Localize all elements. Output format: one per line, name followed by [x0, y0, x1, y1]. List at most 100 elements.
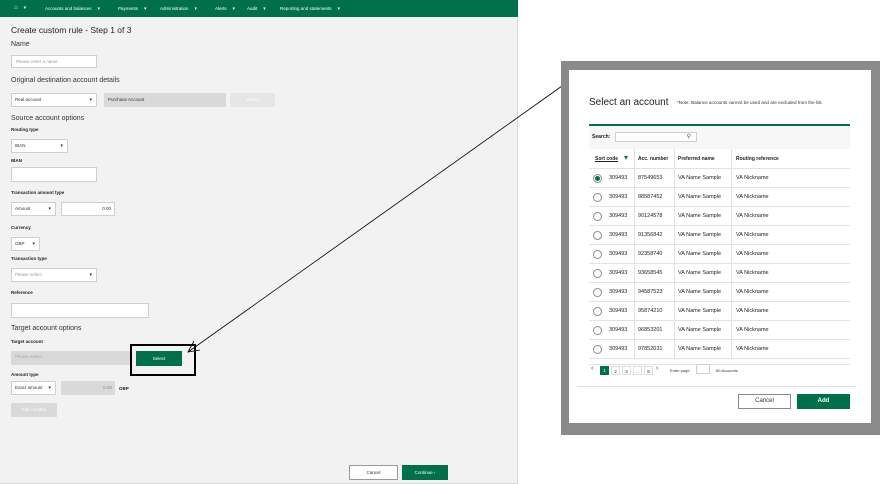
cell-sort-code: 309493 [609, 232, 628, 238]
cell-routing-reference: VA Nickname [736, 327, 769, 333]
col-preferred-name: Preferred name [678, 156, 715, 162]
divider [634, 340, 635, 359]
cell-preferred-name: VA Name Sample [678, 175, 722, 181]
search-icon: ⚲ [686, 134, 691, 140]
divider [731, 321, 732, 340]
divider [674, 264, 675, 283]
row-radio[interactable] [593, 326, 602, 335]
row-radio[interactable] [593, 269, 602, 278]
cell-routing-reference: VA Nickname [736, 308, 769, 314]
row-radio[interactable] [593, 250, 602, 259]
table-header: Sort code ▾ Acc. number Preferred name R… [589, 149, 850, 169]
chevron-down-icon[interactable]: ▾ [624, 153, 628, 162]
divider [731, 264, 732, 283]
account-count: 80 Accounts [716, 368, 738, 373]
row-radio[interactable] [593, 174, 602, 183]
cell-preferred-name: VA Name Sample [678, 194, 722, 200]
col-routing-reference: Routing reference [736, 156, 779, 162]
cell-acc-number: 97852031 [638, 346, 663, 352]
table-row[interactable]: 309493 96853201 VA Name Sample VA Nickname [589, 321, 850, 340]
divider [731, 245, 732, 264]
divider [634, 321, 635, 340]
cell-sort-code: 309493 [609, 194, 628, 200]
divider [634, 169, 635, 188]
row-radio[interactable] [593, 288, 602, 297]
row-radio[interactable] [593, 212, 602, 221]
divider [674, 340, 675, 359]
table-row[interactable]: 309493 93658545 VA Name Sample VA Nickname [589, 264, 850, 283]
cell-sort-code: 309493 [609, 251, 628, 257]
cell-routing-reference: VA Nickname [736, 175, 769, 181]
divider [731, 340, 732, 359]
table-row[interactable]: 309493 97852031 VA Name Sample VA Nickname [589, 340, 850, 359]
cell-sort-code: 309493 [609, 346, 628, 352]
divider [674, 226, 675, 245]
cell-preferred-name: VA Name Sample [678, 232, 722, 238]
page-button[interactable]: 2 [611, 366, 620, 375]
cell-preferred-name: VA Name Sample [678, 346, 722, 352]
divider [674, 188, 675, 207]
cell-routing-reference: VA Nickname [736, 289, 769, 295]
divider [674, 169, 675, 188]
cell-sort-code: 309493 [609, 213, 628, 219]
divider [634, 264, 635, 283]
cell-routing-reference: VA Nickname [736, 213, 769, 219]
page-button[interactable]: .. [633, 366, 642, 375]
table-row[interactable]: 309493 95874210 VA Name Sample VA Nickname [589, 302, 850, 321]
row-radio[interactable] [593, 345, 602, 354]
cell-acc-number: 92358740 [638, 251, 663, 257]
cell-acc-number: 88587452 [638, 194, 663, 200]
page-button[interactable]: 3 [622, 366, 631, 375]
divider [731, 169, 732, 188]
divider [731, 188, 732, 207]
cell-sort-code: 309493 [609, 289, 628, 295]
cell-acc-number: 93658545 [638, 270, 663, 276]
cell-acc-number: 90124578 [638, 213, 663, 219]
cell-preferred-name: VA Name Sample [678, 289, 722, 295]
row-radio[interactable] [593, 231, 602, 240]
next-page-icon[interactable]: › [656, 365, 658, 372]
col-sort-code[interactable]: Sort code [595, 156, 618, 162]
cell-sort-code: 309493 [609, 308, 628, 314]
cell-routing-reference: VA Nickname [736, 232, 769, 238]
divider [634, 188, 635, 207]
table-row[interactable]: 309493 87549653 VA Name Sample VA Nickname [589, 169, 850, 188]
cell-acc-number: 91356842 [638, 232, 663, 238]
prev-page-icon[interactable]: ‹ [591, 365, 593, 372]
cell-preferred-name: VA Name Sample [678, 327, 722, 333]
divider [674, 207, 675, 226]
cell-routing-reference: VA Nickname [736, 270, 769, 276]
divider [577, 386, 856, 387]
search-label: Search: [592, 134, 611, 140]
divider [674, 149, 675, 169]
cell-acc-number: 94587523 [638, 289, 663, 295]
modal-cancel-button[interactable]: Cancel [738, 394, 791, 409]
divider [731, 283, 732, 302]
cell-routing-reference: VA Nickname [736, 251, 769, 257]
row-radio[interactable] [593, 193, 602, 202]
divider [634, 207, 635, 226]
enter-page-input[interactable] [696, 364, 710, 374]
divider [634, 226, 635, 245]
row-radio[interactable] [593, 307, 602, 316]
table-row[interactable]: 309493 92358740 VA Name Sample VA Nickname [589, 245, 850, 264]
divider [731, 149, 732, 169]
divider [674, 245, 675, 264]
page-button[interactable]: 1 [600, 366, 609, 375]
table-row[interactable]: 309493 88587452 VA Name Sample VA Nickname [589, 188, 850, 207]
cell-preferred-name: VA Name Sample [678, 251, 722, 257]
cell-preferred-name: VA Name Sample [678, 213, 722, 219]
cell-preferred-name: VA Name Sample [678, 308, 722, 314]
cell-routing-reference: VA Nickname [736, 346, 769, 352]
divider [731, 302, 732, 321]
cell-routing-reference: VA Nickname [736, 194, 769, 200]
modal-add-button[interactable]: Add [797, 394, 850, 409]
divider [634, 149, 635, 169]
page-button[interactable]: 8 [644, 366, 653, 375]
col-acc-number: Acc. number [638, 156, 669, 162]
search-input[interactable]: ⚲ [615, 132, 697, 142]
table-row[interactable]: 309493 94587523 VA Name Sample VA Nickname [589, 283, 850, 302]
table-row[interactable]: 309493 91356842 VA Name Sample VA Nickname [589, 226, 850, 245]
cell-sort-code: 309493 [609, 270, 628, 276]
table-row[interactable]: 309493 90124578 VA Name Sample VA Nickname [589, 207, 850, 226]
